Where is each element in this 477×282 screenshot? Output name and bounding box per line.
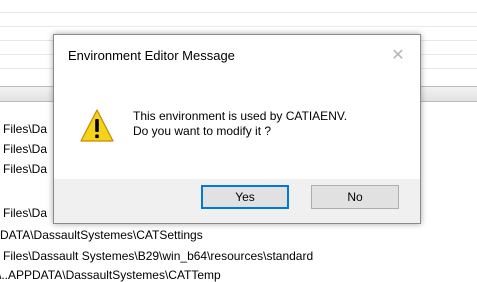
background-path-line[interactable]: Files\Da [3, 206, 47, 220]
background-path-line[interactable]: Files\Da [3, 122, 47, 136]
dialog-message: This environment is used by CATIAENV. Do… [133, 109, 347, 139]
background-path-line[interactable]: \..APPDATA\DassaultSystemes\CATTemp [0, 268, 221, 282]
message-line-2: Do you want to modify it ? [133, 124, 272, 138]
background-path-line[interactable]: Files\Da [3, 142, 47, 156]
background-path-line[interactable]: Files\Dassault Systemes\B29\win_b64\reso… [3, 249, 313, 263]
dialog-footer: Yes No [54, 179, 420, 223]
background-path-line[interactable]: DATA\DassaultSystemes\CATSettings [0, 228, 203, 242]
background-path-line[interactable]: Files\Da [3, 162, 47, 176]
yes-button[interactable]: Yes [201, 185, 289, 209]
dialog-title: Environment Editor Message [68, 48, 235, 63]
message-dialog: Environment Editor Message ✕ This enviro… [53, 34, 421, 224]
grid-row [0, 26, 477, 27]
warning-icon [80, 109, 114, 142]
no-button[interactable]: No [311, 185, 399, 209]
message-line-1: This environment is used by CATIAENV. [133, 109, 348, 123]
grid-row [0, 12, 477, 13]
dialog-titlebar[interactable]: Environment Editor Message ✕ [54, 35, 420, 79]
close-icon[interactable]: ✕ [376, 35, 420, 75]
dialog-content: This environment is used by CATIAENV. Do… [54, 79, 420, 179]
